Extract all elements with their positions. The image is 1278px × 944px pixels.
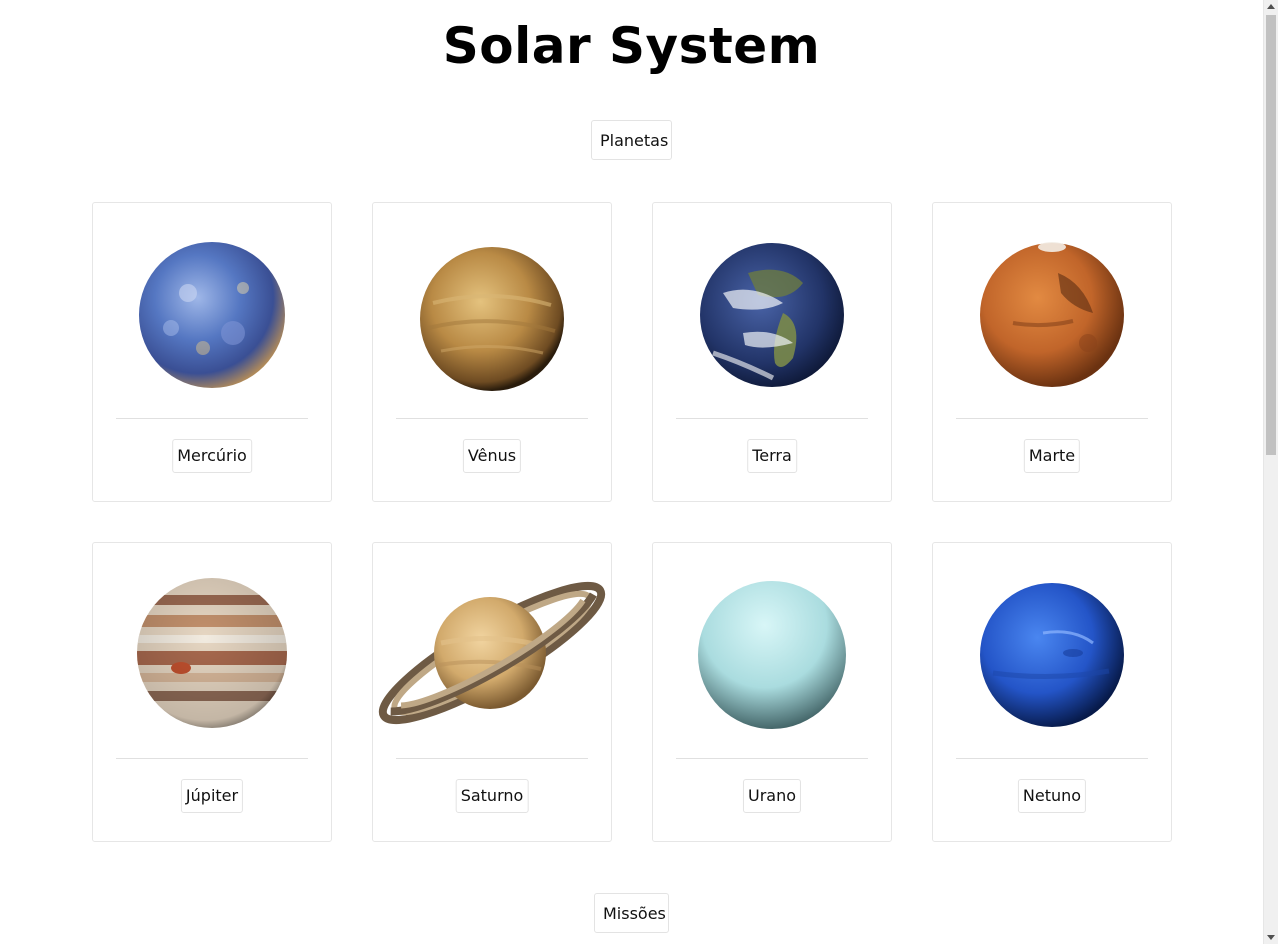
mars-icon <box>980 242 1124 387</box>
missions-section-button[interactable]: Missões <box>594 893 669 933</box>
planet-button-uranus[interactable]: Urano <box>742 779 802 813</box>
card-divider <box>676 758 868 759</box>
card-divider <box>396 418 588 419</box>
uranus-icon <box>698 581 846 729</box>
planet-card-uranus: Urano <box>652 542 892 842</box>
planet-button-neptune[interactable]: Netuno <box>1017 779 1087 813</box>
card-divider <box>116 758 308 759</box>
card-divider <box>396 758 588 759</box>
planet-card-mercury: Mercúrio <box>92 202 332 502</box>
planet-button-mercury[interactable]: Mercúrio <box>172 439 252 473</box>
planet-button-saturn[interactable]: Saturno <box>455 779 529 813</box>
planet-card-venus: Vênus <box>372 202 612 502</box>
venus-icon <box>420 247 564 391</box>
scroll-up-arrow-icon[interactable] <box>1264 0 1278 14</box>
page-viewport: Solar System Planetas Mercúrio Vênus Ter… <box>0 0 1263 944</box>
planet-card-saturn: Saturno <box>372 542 612 842</box>
planet-card-earth: Terra <box>652 202 892 502</box>
planet-card-jupiter: Júpiter <box>92 542 332 842</box>
card-divider <box>116 418 308 419</box>
mercury-icon <box>139 242 285 388</box>
planet-button-venus[interactable]: Vênus <box>462 439 522 473</box>
saturn-icon <box>378 581 606 725</box>
earth-icon <box>700 243 844 387</box>
card-divider <box>956 418 1148 419</box>
neptune-icon <box>980 583 1124 727</box>
page-title: Solar System <box>442 17 821 75</box>
scroll-down-arrow-icon[interactable] <box>1264 930 1278 944</box>
vertical-scrollbar[interactable] <box>1263 0 1278 944</box>
planet-button-earth[interactable]: Terra <box>747 439 797 473</box>
planet-button-jupiter[interactable]: Júpiter <box>180 779 244 813</box>
jupiter-icon <box>137 578 287 728</box>
planet-card-mars: Marte <box>932 202 1172 502</box>
planet-button-mars[interactable]: Marte <box>1023 439 1081 473</box>
planets-section-button[interactable]: Planetas <box>591 120 672 160</box>
card-divider <box>956 758 1148 759</box>
planet-card-neptune: Netuno <box>932 542 1172 842</box>
card-divider <box>676 418 868 419</box>
scrollbar-thumb[interactable] <box>1266 15 1276 455</box>
